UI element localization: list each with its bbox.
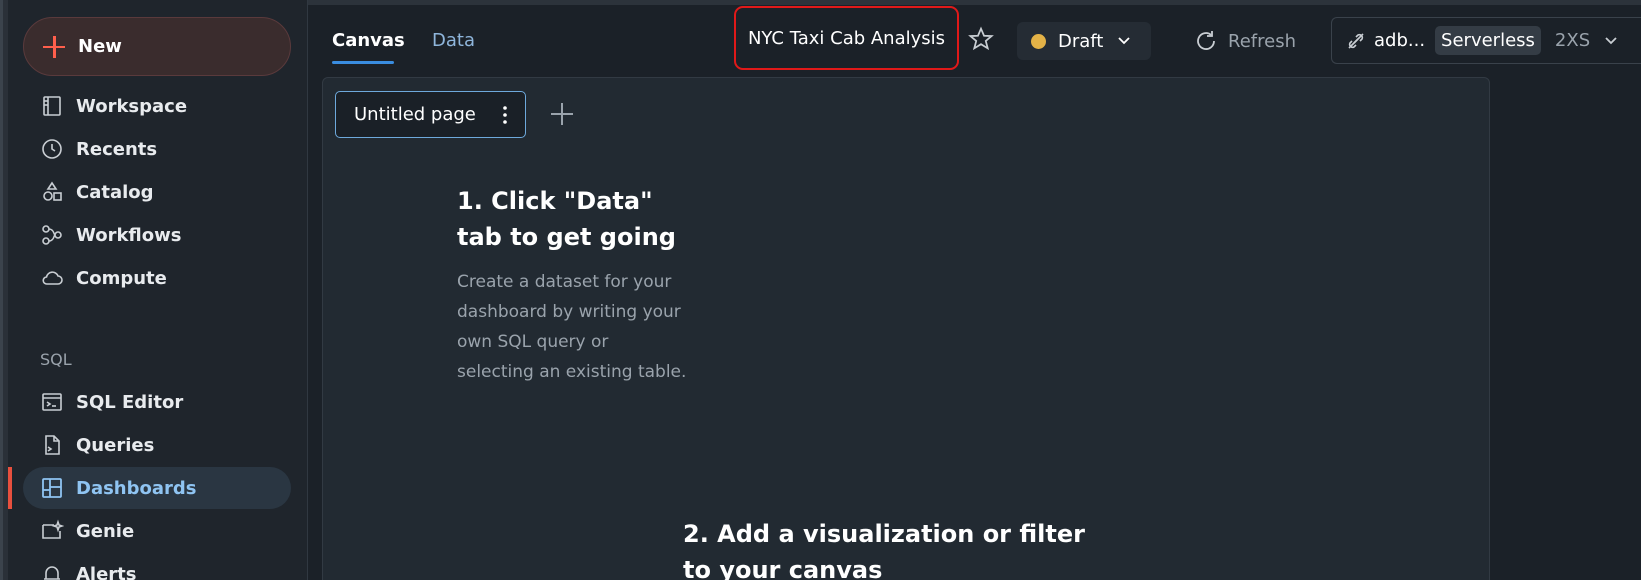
active-tab-underline	[332, 61, 394, 64]
genie-icon	[40, 519, 64, 543]
status-dropdown[interactable]: Draft	[1017, 22, 1151, 60]
sidebar-item-genie[interactable]: Genie	[23, 510, 291, 552]
sidebar-item-sql-editor[interactable]: SQL Editor	[23, 381, 291, 423]
tab-canvas[interactable]: Canvas	[332, 30, 405, 51]
sidebar-item-label: Genie	[76, 520, 135, 542]
dashboard-canvas[interactable]: Untitled page 1. Click "Data" tab to get…	[322, 77, 1490, 580]
sidebar-item-label: Compute	[76, 267, 167, 289]
sidebar-item-label: Catalog	[76, 181, 154, 203]
left-edge-accent	[0, 0, 3, 580]
step1-title: 1. Click "Data" tab to get going	[457, 187, 676, 251]
sql-section-label: SQL	[40, 350, 72, 369]
step1-description: Create a dataset for your dashboard by w…	[457, 272, 687, 382]
sidebar-item-dashboards[interactable]: Dashboards	[23, 467, 291, 509]
new-button-label: New	[78, 36, 122, 57]
catalog-icon	[40, 180, 64, 204]
new-button[interactable]: New	[23, 17, 291, 76]
sidebar-item-queries[interactable]: Queries	[23, 424, 291, 466]
workspace-icon	[40, 94, 64, 118]
star-icon[interactable]	[968, 26, 994, 52]
cloud-icon	[40, 266, 64, 290]
compute-selector[interactable]: adb... Serverless 2XS	[1331, 17, 1641, 64]
sidebar-item-alerts[interactable]: Alerts	[23, 553, 291, 580]
refresh-label: Refresh	[1228, 30, 1296, 52]
sidebar-item-label: Alerts	[76, 563, 137, 580]
query-file-icon	[40, 433, 64, 457]
tab-data[interactable]: Data	[432, 30, 475, 51]
plus-icon	[42, 35, 66, 59]
left-edge-strip	[0, 0, 8, 580]
sidebar-item-label: Workflows	[76, 224, 182, 246]
chevron-down-icon	[1118, 37, 1131, 45]
page-tab-label: Untitled page	[354, 104, 476, 125]
bell-icon	[40, 562, 64, 580]
main-area: Canvas Data NYC Taxi Cab Analysis Draft …	[309, 0, 1641, 580]
dashboard-title-field[interactable]: NYC Taxi Cab Analysis	[734, 6, 959, 70]
clock-icon	[40, 137, 64, 161]
step2-title: 2. Add a visualization or filter to your…	[683, 520, 1085, 580]
compute-size: 2XS	[1554, 30, 1591, 51]
sidebar-item-label: Queries	[76, 434, 155, 456]
status-dot	[1031, 33, 1046, 49]
active-item-marker	[8, 467, 12, 509]
link-off-icon	[1348, 32, 1364, 49]
dashboard-icon	[40, 476, 64, 500]
sidebar-item-compute[interactable]: Compute	[23, 257, 291, 299]
compute-type-badge: Serverless	[1435, 26, 1541, 55]
sidebar-item-label: SQL Editor	[76, 391, 184, 413]
chevron-down-icon	[1605, 36, 1617, 44]
refresh-icon	[1197, 31, 1215, 50]
sidebar-item-recents[interactable]: Recents	[23, 128, 291, 170]
workflows-icon	[40, 223, 64, 247]
sidebar-item-workspace[interactable]: Workspace	[23, 85, 291, 127]
sidebar-item-label: Workspace	[76, 95, 188, 117]
sidebar-item-workflows[interactable]: Workflows	[23, 214, 291, 256]
sidebar-item-label: Dashboards	[76, 477, 197, 499]
compute-name: adb...	[1374, 30, 1426, 51]
kebab-menu-icon[interactable]	[503, 105, 507, 125]
sidebar: New Workspace Recents Catalog Workflows …	[8, 0, 308, 580]
page-tab-untitled[interactable]: Untitled page	[335, 91, 526, 138]
refresh-button[interactable]: Refresh	[1194, 24, 1296, 58]
sidebar-item-label: Recents	[76, 138, 158, 160]
sidebar-item-catalog[interactable]: Catalog	[23, 171, 291, 213]
add-page-icon[interactable]	[549, 101, 575, 127]
sql-editor-icon	[40, 390, 64, 414]
status-label: Draft	[1058, 30, 1104, 52]
